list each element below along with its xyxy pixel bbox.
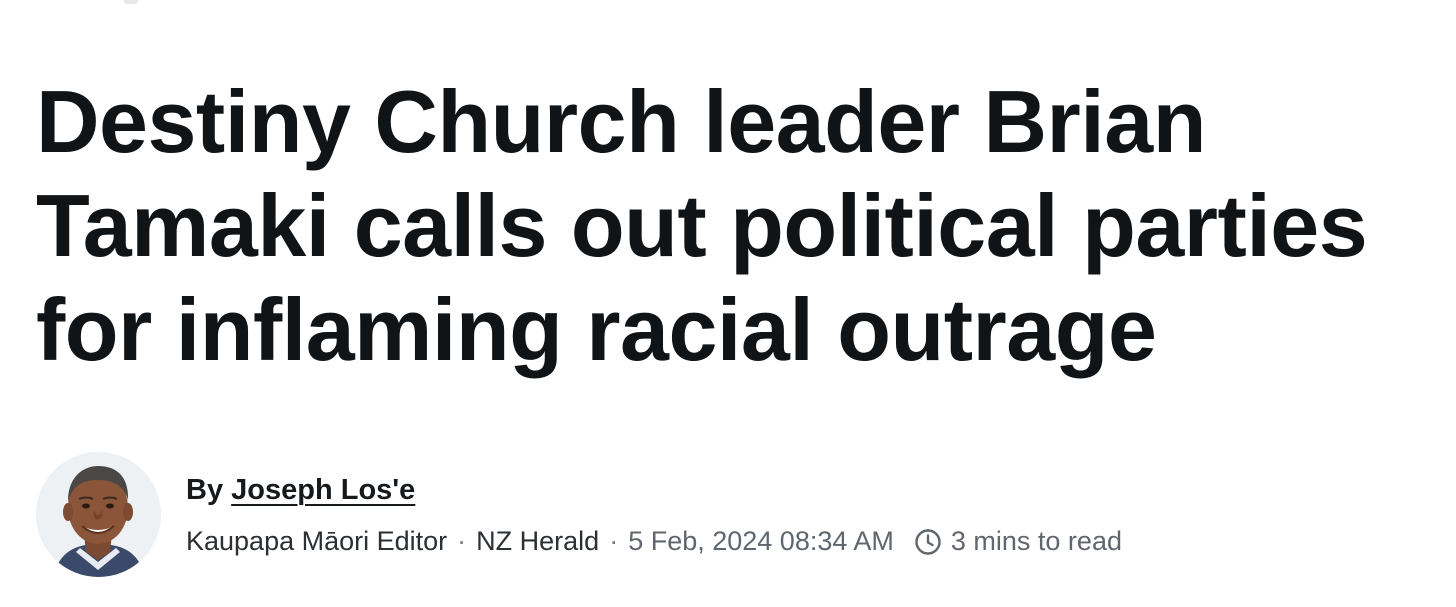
author-avatar[interactable]: [36, 452, 161, 577]
headline-line: Tamaki calls out political parties: [36, 176, 1368, 275]
article-meta: Kaupapa Māori Editor · NZ Herald · 5 Feb…: [186, 526, 1122, 557]
author-line: By Joseph Los'e: [186, 474, 415, 507]
by-prefix: By: [186, 474, 224, 506]
clock-icon: [914, 528, 942, 556]
headline-line: for inflaming racial outrage: [36, 280, 1157, 379]
article-headline: Destiny Church leader Brian Tamaki calls…: [36, 70, 1426, 382]
byline: By Joseph Los'e Kaupapa Māori Editor · N…: [36, 452, 1436, 582]
author-name-link[interactable]: Joseph Los'e: [231, 474, 415, 506]
meta-separator: ·: [609, 526, 619, 556]
article-header: Destiny Church leader Brian Tamaki calls…: [0, 0, 1456, 607]
author-portrait: [36, 452, 161, 577]
publish-date: 5 Feb, 2024 08:34 AM: [628, 526, 894, 556]
read-time-label: 3 mins to read: [950, 526, 1122, 556]
read-time: 3 mins to read: [914, 526, 1122, 557]
top-edge-mark: [124, 0, 138, 4]
author-title: Kaupapa Māori Editor: [186, 526, 448, 556]
headline-line: Destiny Church leader Brian: [36, 72, 1206, 171]
publication-name: NZ Herald: [476, 526, 600, 556]
meta-separator: ·: [457, 526, 467, 556]
